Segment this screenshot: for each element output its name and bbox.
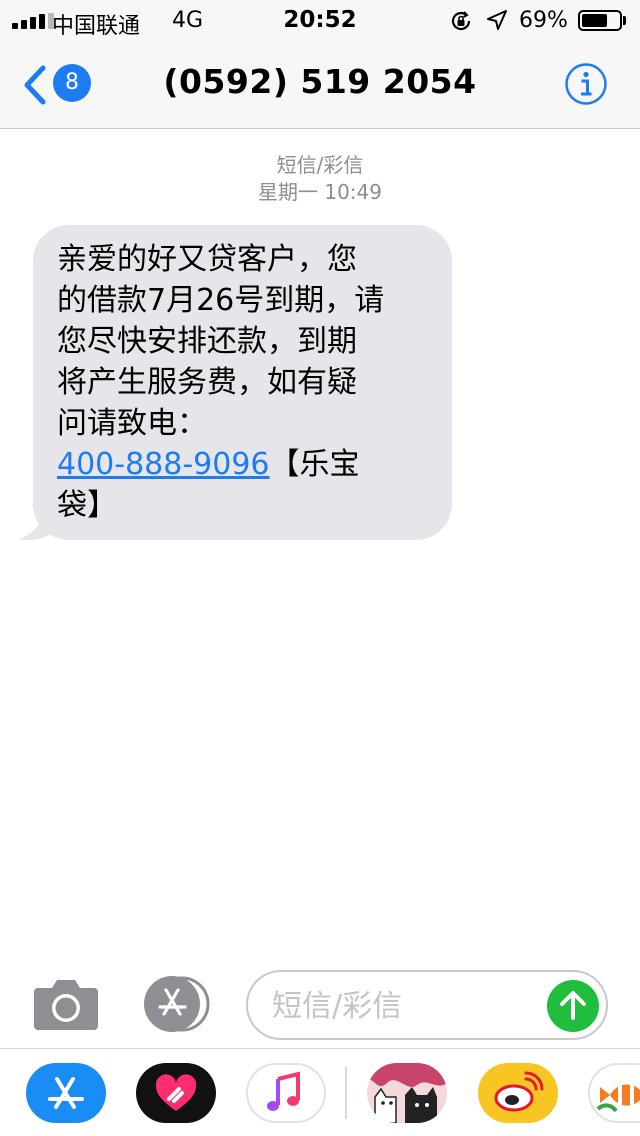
imessage-app-drawer	[0, 1048, 640, 1136]
arrow-up-icon	[560, 991, 586, 1020]
message-line: 的借款7月26号到期，请	[57, 283, 385, 318]
message-line: 将产生服务费，如有疑	[57, 365, 357, 400]
message-field[interactable]	[246, 970, 608, 1040]
send-button[interactable]	[547, 980, 599, 1032]
sticker-cats-icon	[367, 1063, 447, 1123]
digital-touch-icon	[155, 1074, 197, 1111]
message-line: 问请致电：	[57, 406, 207, 441]
app-store-icon	[144, 976, 210, 1032]
weibo-app[interactable]	[478, 1063, 558, 1123]
battery-level-fill	[582, 14, 607, 27]
clownfish-sticker-icon	[596, 1083, 640, 1113]
weibo-icon	[494, 1071, 544, 1112]
navigation-bar: 8 (0592) 519 2054	[0, 40, 640, 129]
incoming-message-bubble[interactable]: 亲爱的好又贷客户，您 的借款7月26号到期，请 您尽快安排还款，到期 将产生服务…	[33, 225, 452, 540]
fish-sticker-app[interactable]	[588, 1063, 640, 1123]
phone-number-link[interactable]: 400-888-9096	[57, 447, 270, 482]
digital-touch-app[interactable]	[136, 1063, 216, 1123]
message-timestamp: 星期一 10:49	[258, 180, 382, 204]
app-store-icon	[48, 1077, 84, 1109]
conversation-header: 短信/彩信 星期一 10:49	[0, 152, 640, 206]
sticker-app[interactable]	[367, 1063, 447, 1123]
location-arrow-icon	[487, 10, 507, 30]
message-line: 400-888-9096【乐宝	[57, 444, 432, 485]
contact-title[interactable]: (0592) 519 2054	[0, 62, 640, 101]
status-bar: 中国联通 4G 20:52 69%	[0, 0, 640, 40]
music-icon	[267, 1071, 300, 1111]
music-app[interactable]	[246, 1063, 326, 1123]
message-input[interactable]	[272, 986, 542, 1026]
battery-cap	[623, 16, 626, 25]
service-label: 短信/彩信	[276, 153, 364, 177]
message-line: 您尽快安排还款，到期	[57, 324, 357, 359]
app-store-app[interactable]	[26, 1063, 106, 1123]
rotation-lock-icon	[451, 11, 471, 31]
message-suffix: 【乐宝	[269, 447, 360, 482]
drawer-divider	[345, 1067, 347, 1119]
camera-button[interactable]	[32, 978, 100, 1032]
app-store-toggle-button[interactable]	[140, 976, 212, 1032]
battery-icon	[578, 10, 622, 31]
info-icon[interactable]	[564, 62, 608, 106]
message-line: 袋】	[57, 488, 117, 523]
battery-percentage: 69%	[519, 8, 568, 33]
message-line: 亲爱的好又贷客户，您	[57, 242, 357, 277]
camera-icon	[34, 980, 98, 1030]
